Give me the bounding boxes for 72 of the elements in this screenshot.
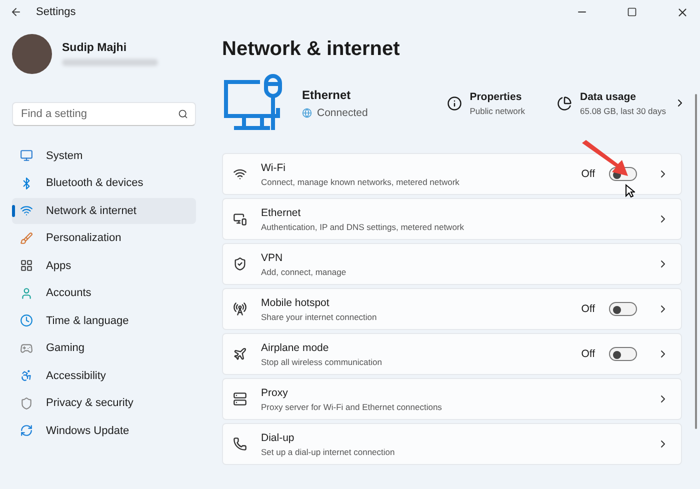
sidebar-item[interactable]: System (12, 143, 196, 168)
pie-chart-icon (557, 96, 572, 110)
data-usage-link[interactable]: Data usage 65.08 GB, last 30 days (557, 90, 686, 116)
settings-row[interactable]: Wi-Fi Connect, manage known networks, metered network Off (222, 153, 682, 195)
row-title: VPN (261, 252, 284, 264)
brush-icon (20, 232, 33, 245)
gamepad-icon (20, 342, 33, 355)
info-icon (446, 96, 462, 110)
row-title: Proxy (261, 386, 289, 398)
row-title: Mobile hotspot (261, 296, 330, 308)
shield-icon (233, 257, 247, 271)
clock-icon (20, 314, 33, 328)
row-subtitle: Authentication, IP and DNS settings, metered network (261, 222, 466, 232)
wifi-icon (233, 167, 247, 181)
toggle-state-label: Off (581, 348, 595, 360)
globe-icon (302, 108, 312, 118)
toggle-switch[interactable] (609, 347, 637, 361)
sidebar-item[interactable]: Personalization (12, 226, 196, 251)
settings-row[interactable]: VPN Add, connect, manage (222, 243, 682, 285)
row-title: Wi-Fi (261, 162, 286, 174)
settings-row[interactable]: Proxy Proxy server for Wi-Fi and Ethernet connections (222, 378, 682, 420)
sidebar-item[interactable]: Apps (12, 253, 196, 278)
maximize-icon (627, 7, 637, 17)
antenna-icon (233, 302, 247, 316)
window-title: Settings (36, 6, 77, 18)
arrow-annotation (580, 140, 630, 178)
row-title: Dial-up (261, 432, 296, 444)
settings-row[interactable]: Ethernet Authentication, IP and DNS settings, metered network (222, 198, 682, 240)
settings-row[interactable]: Airplane mode Stop all wireless communication Off (222, 333, 682, 375)
row-subtitle: Connect, manage known networks, metered network (261, 176, 460, 186)
refresh-icon (20, 424, 33, 438)
row-subtitle: Share your internet connection (261, 312, 378, 322)
toggle-state-label: Off (581, 168, 595, 180)
properties-link[interactable]: Properties Public network (446, 90, 525, 116)
server-icon (233, 392, 247, 406)
connection-name: Ethernet (302, 88, 352, 102)
row-subtitle: Stop all wireless communication (261, 356, 383, 366)
bluetooth-icon (20, 176, 33, 190)
sidebar-item[interactable]: Windows Update (12, 418, 196, 444)
close-icon (676, 6, 688, 18)
avatar (12, 34, 52, 74)
search-field[interactable]: Find a setting (12, 102, 196, 126)
sidebar-item[interactable]: Privacy & security (12, 390, 196, 416)
search-icon (178, 109, 188, 119)
sidebar-item[interactable]: Bluetooth & devices (12, 170, 196, 196)
cursor-icon (625, 184, 635, 198)
row-title: Ethernet (261, 206, 302, 218)
settings-row[interactable]: Mobile hotspot Share your internet connection Off (222, 288, 682, 330)
page-title: Network & internet (222, 38, 401, 61)
row-title: Airplane mode (261, 342, 330, 354)
shield-icon (20, 396, 33, 410)
settings-row[interactable]: Dial-up Set up a dial-up internet connection (222, 423, 682, 465)
sidebar-item[interactable]: Accounts (12, 280, 196, 306)
monitor-icon (20, 149, 33, 162)
phone-icon (233, 437, 247, 451)
connection-status: Connected (317, 106, 368, 118)
sidebar-item[interactable]: Accessibility (12, 363, 196, 388)
person-icon (20, 286, 33, 300)
sidebar-item[interactable]: Time & language (12, 308, 196, 334)
account-name: Sudip Majhi (62, 42, 128, 54)
sidebar-item[interactable]: Gaming (12, 336, 196, 361)
airplane-icon (233, 347, 247, 361)
monitor-icon (233, 212, 247, 226)
back-button[interactable] (10, 6, 22, 18)
row-subtitle: Add, connect, manage (261, 266, 348, 276)
apps-icon (20, 259, 33, 272)
accessibility-icon (20, 369, 33, 382)
row-subtitle: Set up a dial-up internet connection (261, 446, 396, 456)
toggle-switch[interactable] (609, 302, 637, 316)
toggle-state-label: Off (581, 303, 595, 315)
sidebar-item[interactable]: Network & internet (12, 198, 196, 224)
row-subtitle: Proxy server for Wi-Fi and Ethernet connections (261, 402, 443, 412)
